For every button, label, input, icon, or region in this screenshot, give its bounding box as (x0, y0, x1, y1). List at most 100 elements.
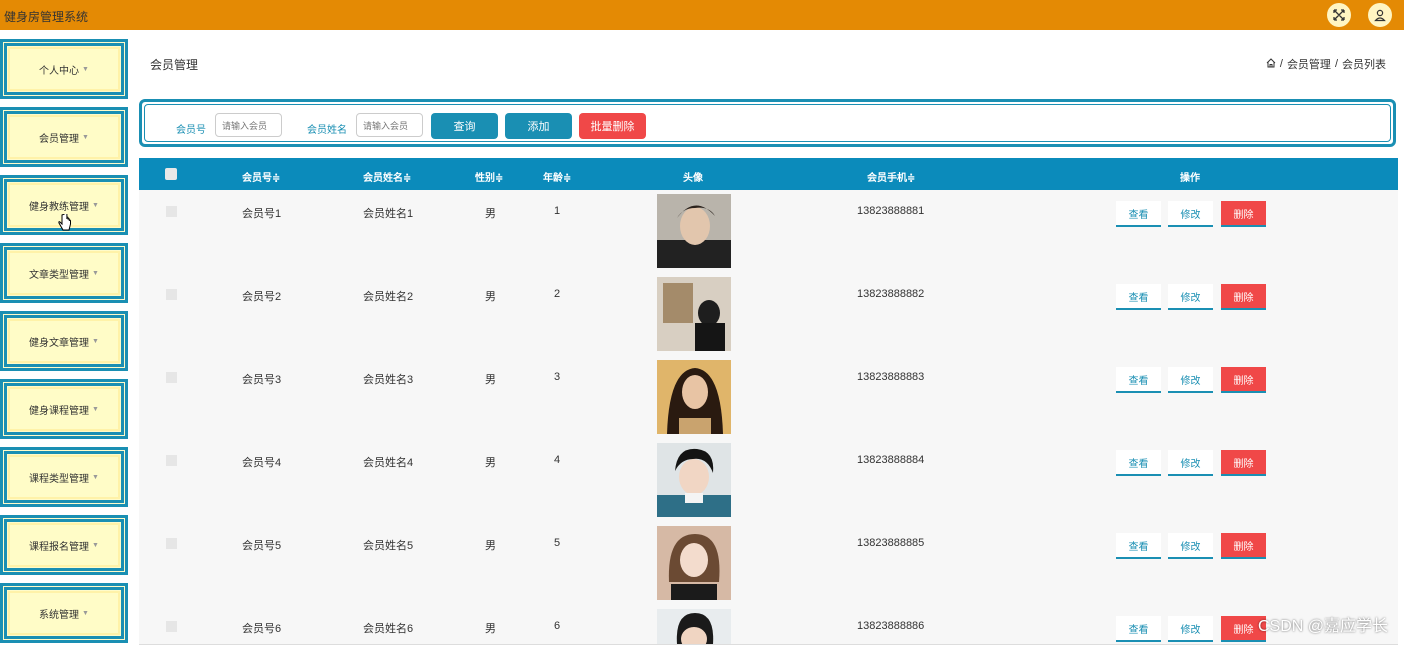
avatar (657, 609, 731, 644)
member-name-label: 会员姓名 (307, 125, 347, 136)
chevron-down-icon: ▼ (92, 201, 99, 209)
view-button[interactable]: 查看 (1116, 616, 1161, 642)
cell-member-no: 会员号2 (242, 291, 282, 303)
column-header-gender[interactable]: 性别≑ (475, 169, 503, 184)
cell-member-name: 会员姓名6 (363, 623, 414, 635)
edit-button[interactable]: 修改 (1168, 284, 1213, 310)
cell-member-name: 会员姓名2 (363, 291, 414, 303)
table-row: 会员号4 会员姓名4 男 4 13823888884 查看 修改 删除 (139, 439, 1398, 523)
row-checkbox[interactable] (166, 621, 177, 632)
cell-gender: 男 (485, 374, 496, 386)
sidebar-item-label: 健身课程管理 (29, 405, 90, 417)
table-row: 会员号3 会员姓名3 男 3 13823888883 查看 修改 删除 (139, 356, 1398, 440)
view-button[interactable]: 查看 (1116, 533, 1161, 559)
row-checkbox[interactable] (166, 455, 177, 466)
avatar (657, 194, 731, 268)
column-header-member-no[interactable]: 会员号≑ (242, 169, 280, 184)
chevron-down-icon: ▼ (82, 65, 89, 73)
breadcrumb-item-member-list: 会员列表 (1342, 59, 1386, 71)
chevron-down-icon: ▼ (92, 405, 99, 413)
watermark: CSDN @嘉应学长 (1257, 618, 1388, 635)
delete-button[interactable]: 删除 (1221, 367, 1266, 393)
cell-phone: 13823888885 (857, 537, 925, 549)
cell-gender: 男 (485, 208, 496, 220)
user-icon[interactable] (1368, 3, 1392, 27)
cell-gender: 男 (485, 457, 496, 469)
breadcrumb-item-member-management[interactable]: 会员管理 (1287, 56, 1331, 72)
cell-member-no: 会员号6 (242, 623, 282, 635)
column-header-age[interactable]: 年龄≑ (543, 169, 571, 184)
cell-age: 1 (554, 205, 561, 217)
cell-phone: 13823888886 (857, 620, 925, 632)
row-checkbox[interactable] (166, 372, 177, 383)
avatar (657, 360, 731, 434)
delete-button[interactable]: 删除 (1221, 450, 1266, 476)
avatar (657, 443, 731, 517)
delete-button[interactable]: 删除 (1221, 533, 1266, 559)
sidebar-item-label: 课程报名管理 (29, 541, 90, 553)
delete-button[interactable]: 删除 (1221, 201, 1266, 227)
sidebar-item-article-management[interactable]: 健身文章管理 ▼ (0, 311, 128, 371)
delete-button[interactable]: 删除 (1221, 284, 1266, 310)
column-header-phone[interactable]: 会员手机≑ (867, 169, 915, 184)
sidebar-item-member-management[interactable]: 会员管理 ▼ (0, 107, 128, 167)
top-bar: 健身房管理系统 (0, 0, 1404, 30)
select-all-checkbox[interactable] (165, 168, 177, 180)
column-header-member-name[interactable]: 会员姓名≑ (363, 169, 411, 184)
edit-button[interactable]: 修改 (1168, 367, 1213, 393)
edit-button[interactable]: 修改 (1168, 533, 1213, 559)
sidebar-item-label: 健身教练管理 (29, 201, 90, 213)
fullscreen-icon[interactable] (1327, 3, 1351, 27)
cell-member-no: 会员号1 (242, 208, 282, 220)
edit-button[interactable]: 修改 (1168, 616, 1213, 642)
hand-cursor-icon (58, 214, 71, 231)
sidebar-item-article-type-management[interactable]: 文章类型管理 ▼ (0, 243, 128, 303)
cell-age: 6 (554, 620, 561, 632)
sidebar-item-course-management[interactable]: 健身课程管理 ▼ (0, 379, 128, 439)
breadcrumb: / 会员管理 / 会员列表 (1266, 56, 1386, 72)
avatar (657, 277, 731, 351)
column-header-avatar: 头像 (683, 173, 703, 184)
edit-button[interactable]: 修改 (1168, 450, 1213, 476)
page-title: 会员管理 (150, 58, 199, 72)
sidebar: 个人中心 ▼ 会员管理 ▼ 健身教练管理 ▼ 文章类型管理 ▼ 健身文章管理 ▼ 健身课程… (0, 36, 128, 644)
table-row: 会员号5 会员姓名5 男 5 13823888885 查看 修改 删除 (139, 522, 1398, 606)
chevron-down-icon: ▼ (92, 337, 99, 345)
member-name-input[interactable]: 请输入会员 (356, 113, 423, 137)
cell-age: 2 (554, 288, 561, 300)
table-header: 会员号≑ 会员姓名≑ 性别≑ 年龄≑ 头像 会员手机≑ 操作 (139, 158, 1398, 190)
row-checkbox[interactable] (166, 538, 177, 549)
cell-phone: 13823888882 (857, 288, 925, 300)
breadcrumb-separator: / (1334, 58, 1338, 70)
row-checkbox[interactable] (166, 289, 177, 300)
view-button[interactable]: 查看 (1116, 367, 1161, 393)
chevron-down-icon: ▼ (82, 133, 89, 141)
sidebar-item-label: 文章类型管理 (29, 269, 90, 281)
table-row: 会员号1 会员姓名1 男 1 13823888881 查看 修改 删除 (139, 190, 1398, 274)
edit-button[interactable]: 修改 (1168, 201, 1213, 227)
view-button[interactable]: 查看 (1116, 201, 1161, 227)
sidebar-item-system-management[interactable]: 系统管理 ▼ (0, 583, 128, 643)
chevron-down-icon: ▼ (92, 473, 99, 481)
column-header-actions: 操作 (1180, 173, 1200, 184)
member-no-input[interactable]: 请输入会员 (215, 113, 282, 137)
cell-gender: 男 (485, 623, 496, 635)
sidebar-item-label: 健身文章管理 (29, 337, 90, 349)
cell-phone: 13823888881 (857, 205, 925, 217)
view-button[interactable]: 查看 (1116, 284, 1161, 310)
sidebar-item-label: 系统管理 (39, 609, 80, 621)
home-icon[interactable] (1266, 57, 1276, 71)
sidebar-item-personal-center[interactable]: 个人中心 ▼ (0, 39, 128, 99)
cell-gender: 男 (485, 291, 496, 303)
row-checkbox[interactable] (166, 206, 177, 217)
sidebar-item-enrollment-management[interactable]: 课程报名管理 ▼ (0, 515, 128, 575)
query-button[interactable]: 查询 (431, 113, 498, 139)
add-button[interactable]: 添加 (505, 113, 572, 139)
cell-gender: 男 (485, 540, 496, 552)
batch-delete-button[interactable]: 批量删除 (579, 113, 646, 139)
table-row: 会员号6 会员姓名6 男 6 13823888886 查看 修改 删除 (139, 605, 1398, 645)
cell-age: 4 (554, 454, 561, 466)
sidebar-item-course-type-management[interactable]: 课程类型管理 ▼ (0, 447, 128, 507)
chevron-down-icon: ▼ (92, 541, 99, 549)
view-button[interactable]: 查看 (1116, 450, 1161, 476)
